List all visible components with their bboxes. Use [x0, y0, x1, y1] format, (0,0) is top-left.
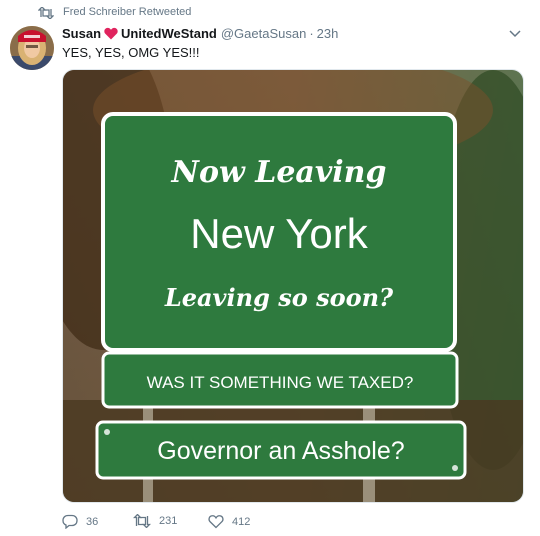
chevron-down-icon[interactable]: [509, 30, 521, 38]
retweet-icon: [133, 514, 151, 528]
sign-line-2: New York: [190, 210, 368, 257]
like-count: 412: [232, 515, 251, 528]
tweet-media-image[interactable]: Now Leaving New York Leaving so soon? WA…: [62, 69, 524, 503]
heart-emoji-icon: [104, 27, 118, 40]
tweet-timestamp[interactable]: 23h: [317, 26, 339, 41]
road-sign-photo: Now Leaving New York Leaving so soon? WA…: [63, 70, 523, 502]
like-button[interactable]: 412: [208, 514, 250, 529]
reply-count: 36: [86, 515, 99, 528]
tweet-text: YES, YES, OMG YES!!!: [62, 45, 200, 60]
reply-button[interactable]: 36: [62, 514, 98, 529]
sign-line-3: Leaving so soon?: [164, 283, 394, 312]
tweet-actions: 36 231 412: [62, 514, 362, 532]
like-icon: [208, 515, 224, 529]
reply-icon: [62, 514, 78, 529]
sign-line-1: Now Leaving: [171, 155, 387, 190]
retweet-button[interactable]: 231: [133, 514, 177, 528]
user-handle[interactable]: @GaetaSusan: [221, 26, 306, 41]
retweet-banner[interactable]: Fred Schreiber Retweeted: [38, 6, 191, 19]
retweet-banner-text[interactable]: Fred Schreiber Retweeted: [63, 6, 191, 18]
avatar-image: [10, 26, 54, 70]
retweet-count: 231: [159, 515, 178, 527]
sign-line-5: Governor an Asshole?: [157, 437, 404, 465]
sign-line-4: WAS IT SOMETHING WE TAXED?: [147, 373, 414, 392]
retweet-icon: [38, 7, 54, 19]
avatar[interactable]: [10, 26, 54, 70]
tweet-header: Susan UnitedWeStand @GaetaSusan · 23h: [62, 26, 338, 41]
display-name[interactable]: Susan: [62, 26, 101, 41]
header-separator: ·: [309, 26, 314, 41]
display-name-suffix[interactable]: UnitedWeStand: [121, 26, 217, 41]
